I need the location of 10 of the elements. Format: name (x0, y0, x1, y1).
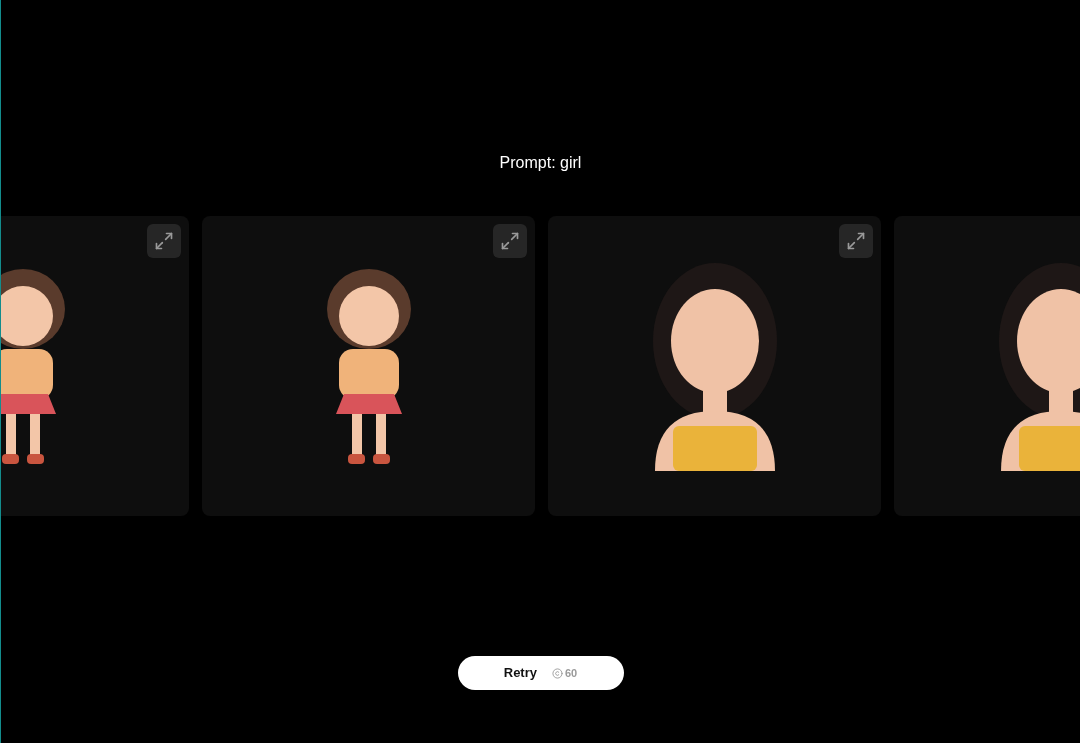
cost-text: 60 (565, 665, 578, 681)
retry-button[interactable]: Retry 60 (457, 656, 624, 690)
expand-icon (846, 231, 866, 251)
coin-icon (552, 667, 563, 679)
expand-button[interactable] (493, 224, 527, 258)
prompt-text: Prompt: girl (499, 153, 582, 173)
expand-icon (500, 231, 520, 251)
expand-button[interactable] (147, 224, 181, 258)
expand-icon (154, 231, 174, 251)
expand-button[interactable] (839, 224, 873, 258)
